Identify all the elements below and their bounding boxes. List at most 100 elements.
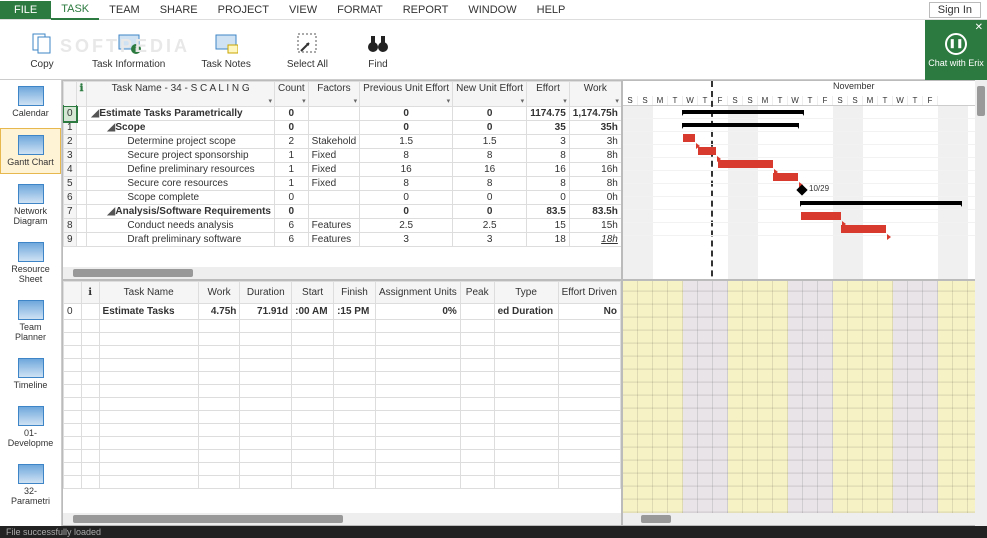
signin-button[interactable]: Sign In bbox=[929, 2, 981, 18]
detail-hscrollbar[interactable] bbox=[63, 513, 621, 525]
col-header[interactable]: Factors▾ bbox=[308, 82, 359, 107]
menu-help[interactable]: HELP bbox=[527, 1, 576, 19]
copy-button[interactable]: Copy bbox=[28, 29, 56, 70]
menu-window[interactable]: WINDOW bbox=[458, 1, 526, 19]
vertical-scrollbar[interactable] bbox=[975, 80, 987, 526]
menu-format[interactable]: FORMAT bbox=[327, 1, 393, 19]
detail-col-header[interactable]: Assignment Units bbox=[375, 282, 460, 304]
task-row[interactable]: 7◢Analysis/Software Requirements00083.58… bbox=[64, 205, 623, 219]
menu-report[interactable]: REPORT bbox=[393, 1, 459, 19]
view-bar: CalendarGantt ChartNetworkDiagramResourc… bbox=[0, 80, 62, 526]
gantt-row[interactable] bbox=[623, 145, 986, 158]
detail-col-header[interactable]: Peak bbox=[460, 282, 494, 304]
detail-row[interactable] bbox=[64, 372, 621, 385]
view-32-parametri[interactable]: 32-Parametri bbox=[0, 458, 61, 512]
detail-col-header[interactable]: Duration bbox=[240, 282, 292, 304]
task-grid-hscrollbar[interactable] bbox=[63, 267, 621, 279]
menu-view[interactable]: VIEW bbox=[279, 1, 327, 19]
detail-row[interactable] bbox=[64, 411, 621, 424]
find-button[interactable]: Find bbox=[364, 29, 392, 70]
menu-bar: FILE TASK TEAM SHARE PROJECT VIEW FORMAT… bbox=[0, 0, 987, 20]
summary-bar bbox=[683, 110, 803, 114]
detail-row[interactable] bbox=[64, 437, 621, 450]
col-header[interactable]: Work▾ bbox=[569, 82, 621, 107]
view-icon bbox=[18, 135, 44, 155]
bar-label: 10/29 bbox=[809, 184, 829, 193]
chat-with-erix-button[interactable]: ✕ ❚❚ Chat with Erix bbox=[925, 20, 987, 80]
gantt-pane[interactable]: November SSMTWTFSSMTWTFSSMTWTF 10/29 bbox=[622, 80, 987, 280]
task-row[interactable]: 3Secure project sponsorship1Fixed8888h1d bbox=[64, 149, 623, 163]
menu-team[interactable]: TEAM bbox=[99, 1, 150, 19]
task-bar bbox=[801, 212, 841, 220]
col-header[interactable]: Count▾ bbox=[274, 82, 308, 107]
detail-row[interactable] bbox=[64, 398, 621, 411]
info-icon: i bbox=[115, 29, 143, 57]
task-row[interactable]: 5Secure core resources1Fixed8888h1d bbox=[64, 177, 623, 191]
col-header[interactable]: New Unit Effort▾ bbox=[453, 82, 527, 107]
detail-row[interactable] bbox=[64, 476, 621, 489]
task-detail-pane[interactable]: ℹTask NameWorkDurationStartFinishAssignm… bbox=[62, 280, 622, 526]
gantt-row[interactable] bbox=[623, 119, 986, 132]
view-01-developme[interactable]: 01-Developme bbox=[0, 400, 61, 454]
binoculars-icon bbox=[364, 29, 392, 57]
task-row[interactable]: 9Draft preliminary software6Features3318… bbox=[64, 233, 623, 247]
gantt-row[interactable] bbox=[623, 158, 986, 171]
view-icon bbox=[18, 300, 44, 320]
menu-file[interactable]: FILE bbox=[0, 1, 51, 19]
view-calendar[interactable]: Calendar bbox=[0, 80, 61, 124]
task-row[interactable]: 4Define preliminary resources1Fixed16161… bbox=[64, 163, 623, 177]
task-information-button[interactable]: i Task Information bbox=[92, 29, 165, 70]
task-row[interactable]: 0◢Estimate Tasks Parametrically0001174.7… bbox=[64, 107, 623, 121]
task-detail-grid[interactable]: ℹTask NameWorkDurationStartFinishAssignm… bbox=[63, 281, 621, 489]
gantt-row[interactable] bbox=[623, 106, 986, 119]
menu-share[interactable]: SHARE bbox=[150, 1, 208, 19]
task-grid-pane[interactable]: ℹTask Name - 34 - S C A L I N G▾Count▾Fa… bbox=[62, 80, 622, 280]
detail-row[interactable]: 0Estimate Tasks4.75h71.91d:00 AM:15 PM0%… bbox=[64, 304, 621, 320]
menu-task[interactable]: TASK bbox=[51, 0, 99, 20]
view-timeline[interactable]: Timeline bbox=[0, 352, 61, 396]
detail-col-header[interactable]: Task Name bbox=[99, 282, 198, 304]
gantt-row[interactable]: 10/29 bbox=[623, 184, 986, 197]
timephased-grid[interactable] bbox=[623, 281, 986, 525]
col-header[interactable]: Previous Unit Effort▾ bbox=[360, 82, 453, 107]
view-icon bbox=[18, 406, 44, 426]
detail-col-header[interactable]: Work bbox=[198, 282, 240, 304]
gantt-row[interactable] bbox=[623, 171, 986, 184]
task-row[interactable]: 1◢Scope0003535h4.38d bbox=[64, 121, 623, 135]
detail-row[interactable] bbox=[64, 385, 621, 398]
detail-row[interactable] bbox=[64, 320, 621, 333]
close-icon[interactable]: ✕ bbox=[975, 22, 983, 33]
gantt-row[interactable] bbox=[623, 210, 986, 223]
detail-row[interactable] bbox=[64, 450, 621, 463]
task-row[interactable]: 8Conduct needs analysis6Features2.52.515… bbox=[64, 219, 623, 233]
view-gantt-chart[interactable]: Gantt Chart bbox=[0, 128, 61, 174]
detail-row[interactable] bbox=[64, 463, 621, 476]
detail-row[interactable] bbox=[64, 424, 621, 437]
task-notes-button[interactable]: Task Notes bbox=[201, 29, 250, 70]
detail-row[interactable] bbox=[64, 333, 621, 346]
task-row[interactable]: 6Scope complete00000h0d bbox=[64, 191, 623, 205]
detail-row[interactable] bbox=[64, 359, 621, 372]
detail-row[interactable] bbox=[64, 346, 621, 359]
detail-col-header[interactable]: Type bbox=[494, 282, 558, 304]
gantt-row[interactable] bbox=[623, 132, 986, 145]
select-all-button[interactable]: Select All bbox=[287, 29, 328, 70]
menu-project[interactable]: PROJECT bbox=[208, 1, 279, 19]
task-row[interactable]: 2Determine project scope2Stakehold1.51.5… bbox=[64, 135, 623, 149]
timephased-hscrollbar[interactable] bbox=[623, 513, 986, 525]
view-team-planner[interactable]: TeamPlanner bbox=[0, 294, 61, 348]
view-resource-sheet[interactable]: ResourceSheet bbox=[0, 236, 61, 290]
task-bar bbox=[773, 173, 798, 181]
col-header[interactable]: Effort▾ bbox=[527, 82, 570, 107]
task-grid[interactable]: ℹTask Name - 34 - S C A L I N G▾Count▾Fa… bbox=[63, 81, 622, 247]
gantt-chart-area[interactable]: 10/29 bbox=[623, 106, 986, 236]
view-icon bbox=[18, 358, 44, 378]
detail-col-header[interactable]: Finish bbox=[334, 282, 376, 304]
detail-col-header[interactable]: Start bbox=[292, 282, 334, 304]
detail-col-header[interactable]: Effort Driven bbox=[558, 282, 620, 304]
view-network-diagram[interactable]: NetworkDiagram bbox=[0, 178, 61, 232]
timephased-pane[interactable] bbox=[622, 280, 987, 526]
gantt-row[interactable] bbox=[623, 223, 986, 236]
gantt-row[interactable] bbox=[623, 197, 986, 210]
col-header[interactable]: Task Name - 34 - S C A L I N G▾ bbox=[87, 82, 275, 107]
